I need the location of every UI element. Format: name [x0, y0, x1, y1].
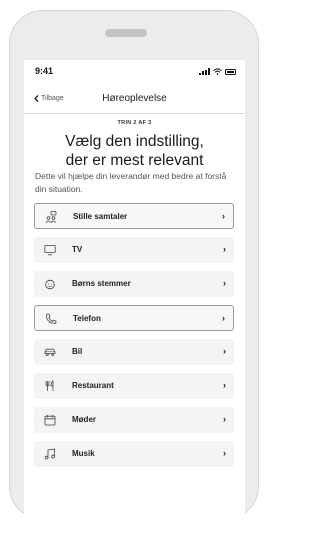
option-label: Børns stemmer	[72, 279, 131, 288]
page-title: Høreoplevelse	[102, 93, 167, 104]
status-icons	[199, 68, 236, 75]
chevron-right-icon: ›	[223, 414, 226, 424]
step-indicator: TRIN 2 AF 3	[117, 120, 152, 126]
option-bil[interactable]: Bil ›	[34, 339, 234, 365]
status-time: 9:41	[35, 66, 54, 76]
chevron-right-icon: ›	[223, 448, 226, 458]
option-label: Bil	[72, 347, 83, 356]
child-face-icon	[44, 278, 56, 290]
description: Dette vil hjælpe din leverandør med bedr…	[35, 171, 227, 194]
option-moder[interactable]: Møder ›	[34, 407, 234, 433]
phone-speaker	[105, 29, 147, 37]
people-icon	[45, 211, 57, 223]
option-label: TV	[72, 245, 83, 254]
option-restaurant[interactable]: Restaurant ›	[34, 373, 234, 399]
option-list: Stille samtaler › TV › Børns stemmer › T…	[34, 203, 234, 475]
option-label: Musik	[72, 449, 95, 458]
option-musik[interactable]: Musik ›	[34, 441, 234, 467]
chevron-right-icon: ›	[223, 244, 226, 254]
app-screen: 9:41 Tilbage Høreoplevelse TRIN 2 AF 3 V…	[24, 60, 245, 520]
chevron-right-icon: ›	[222, 313, 225, 323]
option-tv[interactable]: TV ›	[34, 237, 234, 263]
chevron-right-icon: ›	[223, 346, 226, 356]
chevron-right-icon: ›	[223, 380, 226, 390]
option-label: Restaurant	[72, 381, 114, 390]
car-icon	[44, 346, 56, 358]
heading-line-1: Vælg den indstilling,	[65, 133, 204, 150]
heading-line-2: der er mest relevant	[65, 152, 204, 169]
music-note-icon	[44, 448, 56, 460]
heading: Vælg den indstilling, der er mest releva…	[28, 132, 241, 170]
battery-icon	[225, 69, 236, 75]
chevron-right-icon: ›	[223, 278, 226, 288]
calendar-icon	[44, 414, 56, 426]
nav-divider	[24, 113, 245, 114]
status-bar: 9:41	[24, 66, 245, 80]
option-stille-samtaler[interactable]: Stille samtaler ›	[34, 203, 234, 229]
option-label: Telefon	[73, 314, 101, 323]
cutlery-icon	[44, 380, 56, 392]
wifi-icon	[213, 68, 222, 75]
option-telefon[interactable]: Telefon ›	[34, 305, 234, 331]
chevron-right-icon: ›	[222, 211, 225, 221]
phone-icon	[45, 313, 57, 325]
nav-bar: Tilbage Høreoplevelse	[24, 92, 245, 108]
option-label: Møder	[72, 415, 96, 424]
tv-icon	[44, 244, 56, 256]
option-label: Stille samtaler	[73, 212, 128, 221]
signal-icon	[199, 68, 210, 75]
option-borns-stemmer[interactable]: Børns stemmer ›	[34, 271, 234, 297]
